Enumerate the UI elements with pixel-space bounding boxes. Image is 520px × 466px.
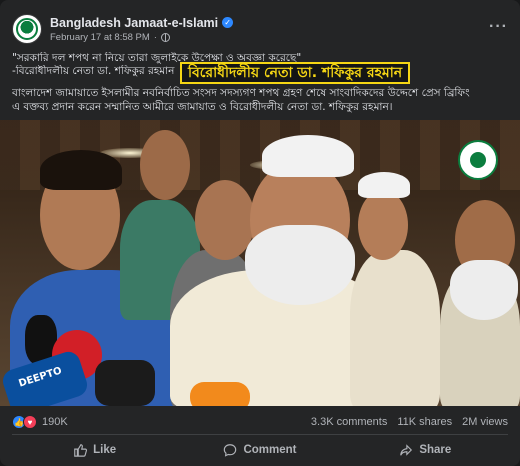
main-speaker-cap <box>262 135 354 177</box>
share-label: Share <box>419 444 452 456</box>
channel-logo-badge <box>458 140 498 180</box>
post-header: Bangladesh Jamaat-e-Islami ✓ February 17… <box>12 12 508 46</box>
share-button[interactable]: Share <box>343 436 508 464</box>
jamaat-logo-icon <box>16 18 38 40</box>
page-avatar[interactable] <box>12 14 42 44</box>
love-reaction-icon[interactable]: ♥ <box>23 415 37 429</box>
comment-button[interactable]: Comment <box>177 436 342 464</box>
person-right-cap <box>350 250 440 406</box>
main-speaker-beard <box>245 225 355 305</box>
more-options-icon[interactable]: ··· <box>489 18 508 36</box>
comment-icon <box>224 444 237 457</box>
channel-logo-icon <box>470 152 486 168</box>
person-left-hair <box>40 150 122 190</box>
reaction-count[interactable]: 190K <box>42 416 68 428</box>
globe-icon <box>160 32 170 42</box>
microphone-orange <box>190 382 250 406</box>
facebook-post-card: Bangladesh Jamaat-e-Islami ✓ February 17… <box>0 0 520 466</box>
page-name-link[interactable]: Bangladesh Jamaat-e-Islami <box>50 16 218 30</box>
views-count: 2M views <box>462 416 508 428</box>
microphone-dark <box>95 360 155 406</box>
comment-label: Comment <box>243 444 297 456</box>
person-back-face <box>140 130 190 200</box>
shares-count[interactable]: 11K shares <box>397 416 452 428</box>
verified-badge-icon: ✓ <box>222 17 234 28</box>
post-actions: Like Comment Share <box>12 436 508 464</box>
like-button[interactable]: Like <box>12 436 177 464</box>
thumbs-up-icon <box>74 444 88 457</box>
share-icon <box>400 444 413 456</box>
like-label: Like <box>93 444 117 456</box>
post-timestamp[interactable]: February 17 at 8:58 PM <box>50 32 150 43</box>
reaction-bar: 👍 ♥ 190K 3.3K comments 11K shares 2M vie… <box>12 413 508 431</box>
post-video[interactable]: DEEPTO <box>0 120 520 406</box>
post-meta: Bangladesh Jamaat-e-Islami ✓ February 17… <box>50 16 234 43</box>
action-divider <box>12 434 508 435</box>
highlighted-caption-box: বিরোধীদলীয় নেতা ডা. শফিকুর রহমান <box>180 62 411 84</box>
page-name-row: Bangladesh Jamaat-e-Islami ✓ <box>50 16 234 30</box>
post-body-line-1: বাংলাদেশ জামায়াতে ইসলামীর নবনির্বাচিত স… <box>12 87 470 99</box>
engagement-stats: 3.3K comments 11K shares 2M views <box>311 416 508 428</box>
time-row: February 17 at 8:58 PM · <box>50 32 233 43</box>
person-right-face <box>358 190 408 260</box>
post-body-line-2: এ বক্তব্য প্রদান করেন সম্মানিত আমীরে জাম… <box>12 101 393 113</box>
person-far-right-beard <box>450 260 518 320</box>
comments-count[interactable]: 3.3K comments <box>311 416 387 428</box>
post-body: বাংলাদেশ জামায়াতে ইসলামীর নবনির্বাচিত স… <box>12 86 512 114</box>
person-right-cap-icon <box>358 172 410 198</box>
